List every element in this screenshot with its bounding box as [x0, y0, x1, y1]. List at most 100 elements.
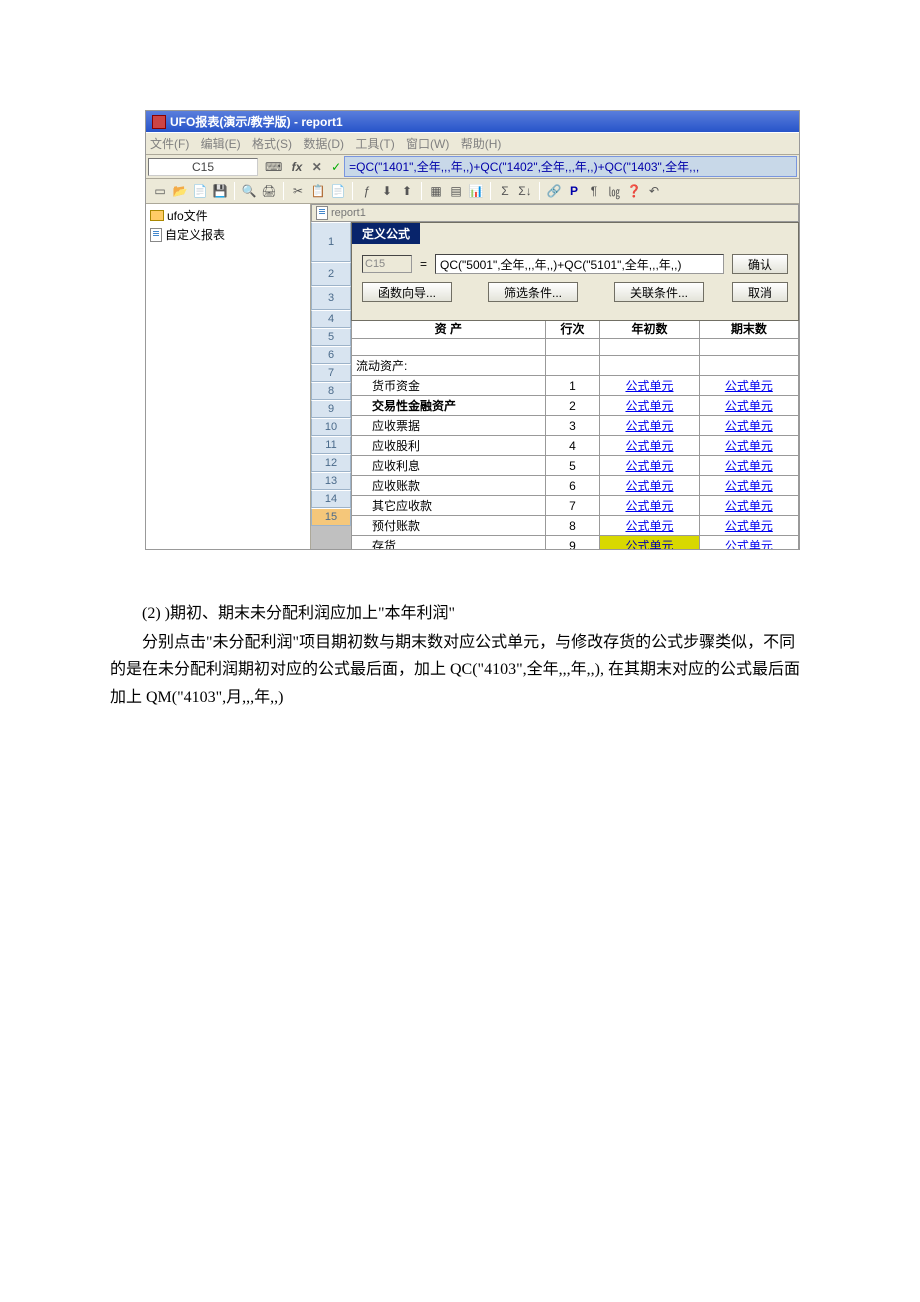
menu-tool[interactable]: 工具(T) [355, 137, 394, 151]
menu-format[interactable]: 格式(S) [252, 137, 292, 151]
formula-cell[interactable]: 公式单元 [699, 536, 798, 550]
cell-line[interactable]: 3 [545, 416, 600, 436]
undo-icon[interactable]: ↶ [646, 183, 662, 199]
dialog-formula-input[interactable] [435, 254, 724, 274]
cell-line[interactable]: 2 [545, 396, 600, 416]
func-icon[interactable]: ƒ [359, 183, 375, 199]
menu-data[interactable]: 数据(D) [303, 137, 344, 151]
formula-cell[interactable]: 公式单元 [699, 476, 798, 496]
copy-icon[interactable]: 📋 [310, 183, 326, 199]
formula-cell[interactable]: 公式单元 [699, 416, 798, 436]
ok-button[interactable]: 确认 [732, 254, 788, 274]
func-wizard-button[interactable]: 函数向导... [362, 282, 452, 302]
print-icon[interactable]: 🖨 [261, 183, 277, 199]
row-header[interactable]: 4 [311, 310, 351, 328]
assoc-button[interactable]: 关联条件... [614, 282, 704, 302]
row-header-selected[interactable]: 15 [311, 508, 351, 526]
row-header[interactable]: 6 [311, 346, 351, 364]
cell-label[interactable]: 应收股利 [352, 436, 546, 456]
row-header[interactable]: 8 [311, 382, 351, 400]
menu-edit[interactable]: 编辑(E) [201, 137, 241, 151]
app-icon [152, 115, 166, 129]
row-header[interactable]: 10 [311, 418, 351, 436]
cut-icon[interactable]: ✂ [290, 183, 306, 199]
row-header[interactable]: 13 [311, 472, 351, 490]
paste-icon[interactable]: 📄 [330, 183, 346, 199]
keyboard-icon[interactable]: ⌨ [265, 160, 282, 174]
menu-help[interactable]: 帮助(H) [461, 137, 502, 151]
sidebar-item-custom-report[interactable]: 自定义报表 [148, 225, 308, 244]
formula-cell[interactable]: 公式单元 [600, 516, 699, 536]
row-header[interactable]: 3 [311, 286, 351, 310]
formula-input[interactable]: =QC("1401",全年,,,年,,)+QC("1402",全年,,,年,,)… [344, 156, 797, 177]
cell-line[interactable]: 7 [545, 496, 600, 516]
row-header[interactable]: 7 [311, 364, 351, 382]
cell-line[interactable]: 6 [545, 476, 600, 496]
sidebar-item-ufo[interactable]: ufo文件 [148, 206, 308, 225]
formula-cell[interactable]: 公式单元 [600, 416, 699, 436]
filter-button[interactable]: 筛选条件... [488, 282, 578, 302]
page-icon[interactable]: 📄 [192, 183, 208, 199]
formula-cell[interactable]: 公式单元 [600, 456, 699, 476]
help-icon[interactable]: ❓ [626, 183, 642, 199]
open-icon[interactable]: 📂 [172, 183, 188, 199]
cell-line[interactable]: 4 [545, 436, 600, 456]
formula-cell[interactable]: 公式单元 [699, 516, 798, 536]
dialog-cell-input[interactable] [362, 255, 412, 273]
row-header[interactable]: 11 [311, 436, 351, 454]
cell-label[interactable]: 应收账款 [352, 476, 546, 496]
formula-cell[interactable]: 公式单元 [699, 436, 798, 456]
menu-file[interactable]: 文件(F) [150, 137, 189, 151]
cell-line[interactable]: 5 [545, 456, 600, 476]
cell-label[interactable]: 应收票据 [352, 416, 546, 436]
sort-desc-icon[interactable]: ⬆ [399, 183, 415, 199]
row-header[interactable]: 5 [311, 328, 351, 346]
cell-line[interactable]: 8 [545, 516, 600, 536]
formula-cell[interactable]: 公式单元 [600, 376, 699, 396]
formula-cell[interactable]: 公式单元 [600, 496, 699, 516]
row-header[interactable]: 9 [311, 400, 351, 418]
flag-icon[interactable]: ¶ [586, 183, 602, 199]
menu-window[interactable]: 窗口(W) [406, 137, 449, 151]
cancel-icon[interactable]: ✕ [312, 160, 322, 174]
row-header[interactable]: 14 [311, 490, 351, 508]
formula-cell[interactable]: 公式单元 [600, 476, 699, 496]
row-header[interactable]: 2 [311, 262, 351, 286]
p-icon[interactable]: P [566, 183, 582, 199]
cell-label[interactable]: 预付账款 [352, 516, 546, 536]
sum2-icon[interactable]: Σ↓ [517, 183, 533, 199]
preview-icon[interactable]: 🔍 [241, 183, 257, 199]
sort-asc-icon[interactable]: ⬇ [379, 183, 395, 199]
col-header-line: 行次 [545, 319, 600, 339]
cell-label[interactable]: 交易性金融资产 [352, 396, 546, 416]
cell-reference-box[interactable]: C15 [148, 158, 258, 176]
formula-cell-selected[interactable]: 公式单元 [600, 536, 699, 550]
formula-cell[interactable]: 公式单元 [699, 376, 798, 396]
row-header[interactable]: 12 [311, 454, 351, 472]
formula-cell[interactable]: 公式单元 [699, 456, 798, 476]
cell-label[interactable]: 其它应收款 [352, 496, 546, 516]
check-icon[interactable]: ✓ [331, 160, 341, 174]
grid-icon[interactable]: ▤ [448, 183, 464, 199]
section-label: 流动资产: [352, 356, 546, 376]
formula-cell[interactable]: 公式单元 [699, 496, 798, 516]
report-tab[interactable]: report1 [311, 204, 799, 222]
table-icon[interactable]: ▦ [428, 183, 444, 199]
save-icon[interactable]: 💾 [212, 183, 228, 199]
formula-cell[interactable]: 公式单元 [600, 396, 699, 416]
cell-label[interactable]: 货币资金 [352, 376, 546, 396]
formula-cell[interactable]: 公式单元 [600, 436, 699, 456]
sum-icon[interactable]: Σ [497, 183, 513, 199]
fx-icon[interactable]: fx [292, 160, 303, 174]
formula-cell[interactable]: 公式单元 [699, 396, 798, 416]
cell-label[interactable]: 应收利息 [352, 456, 546, 476]
link-icon[interactable]: 🔗 [546, 183, 562, 199]
row-header[interactable]: 1 [311, 222, 351, 262]
chart-icon[interactable]: 📊 [468, 183, 484, 199]
cancel-button[interactable]: 取消 [732, 282, 788, 302]
cell-line[interactable]: 1 [545, 376, 600, 396]
cell-line[interactable]: 9 [545, 536, 600, 550]
log-icon[interactable]: ㏒ [606, 183, 622, 199]
new-icon[interactable]: ▭ [152, 183, 168, 199]
cell-label[interactable]: 存货 [352, 536, 546, 550]
